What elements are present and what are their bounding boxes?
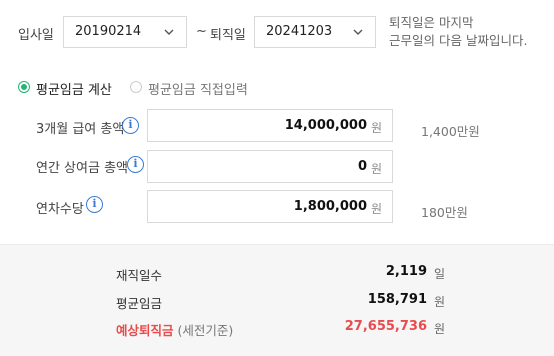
input-unit: 원 <box>370 162 382 176</box>
date-separator: ~ <box>196 24 207 39</box>
field-label-3month-salary: 3개월 급여 총액 <box>36 122 125 137</box>
input-unit: 원 <box>370 202 382 216</box>
start-date-select[interactable]: 20190214 <box>63 16 187 48</box>
severance-sub-label: (세전기준) <box>177 323 234 338</box>
radio-average-direct-label[interactable]: 평균임금 직접입력 <box>148 79 248 98</box>
severance-label-wrap: 예상퇴직금 (세전기준) <box>116 320 233 339</box>
input-3month-salary-value: 14,000,000 <box>284 118 367 133</box>
severance-unit: 원 <box>434 322 446 336</box>
tenure-days-label: 재직일수 <box>116 268 163 283</box>
hint-annual-leave-pay: 180만원 <box>421 205 468 220</box>
end-date-label: 퇴직일 <box>210 28 246 43</box>
start-date-label: 입사일 <box>18 28 54 43</box>
hint-3month-salary: 1,400만원 <box>421 124 480 139</box>
info-icon[interactable]: i <box>127 156 144 173</box>
input-unit: 원 <box>370 121 382 135</box>
radio-average-direct[interactable] <box>130 81 142 93</box>
results-panel: 재직일수 2,119 일 평균임금 158,791 원 예상퇴직금 (세전기준)… <box>0 244 554 356</box>
input-annual-leave-pay[interactable]: 1,800,000 원 <box>147 190 393 223</box>
info-icon[interactable]: i <box>122 117 139 134</box>
input-3month-salary[interactable]: 14,000,000 원 <box>147 109 393 142</box>
end-date-note-line1: 퇴직일은 마지막 <box>389 15 474 30</box>
average-wage-label: 평균임금 <box>116 296 163 311</box>
chevron-down-icon <box>164 29 174 35</box>
radio-average-calc[interactable] <box>18 81 30 93</box>
field-label-annual-bonus: 연간 상여금 총액 <box>36 161 128 176</box>
start-date-value: 20190214 <box>75 24 142 39</box>
average-wage-value: 158,791 <box>367 292 427 307</box>
input-annual-bonus-value: 0 <box>357 159 367 174</box>
tenure-days-unit: 일 <box>434 267 446 281</box>
tenure-days-value: 2,119 <box>385 264 427 279</box>
info-icon[interactable]: i <box>86 196 103 213</box>
end-date-note-line2: 근무일의 다음 날짜입니다. <box>389 33 528 48</box>
input-annual-bonus[interactable]: 0 원 <box>147 150 393 183</box>
end-date-value: 20241203 <box>266 24 333 39</box>
severance-label: 예상퇴직금 <box>116 323 174 338</box>
severance-value: 27,655,736 <box>344 319 427 334</box>
field-label-annual-leave-pay: 연차수당 <box>36 202 84 217</box>
end-date-note: 퇴직일은 마지막 근무일의 다음 날짜입니다. <box>389 14 527 50</box>
chevron-down-icon <box>353 29 363 35</box>
end-date-select[interactable]: 20241203 <box>254 16 376 48</box>
average-wage-unit: 원 <box>434 295 446 309</box>
input-annual-leave-pay-value: 1,800,000 <box>293 199 367 214</box>
radio-average-calc-label[interactable]: 평균임금 계산 <box>36 79 112 98</box>
